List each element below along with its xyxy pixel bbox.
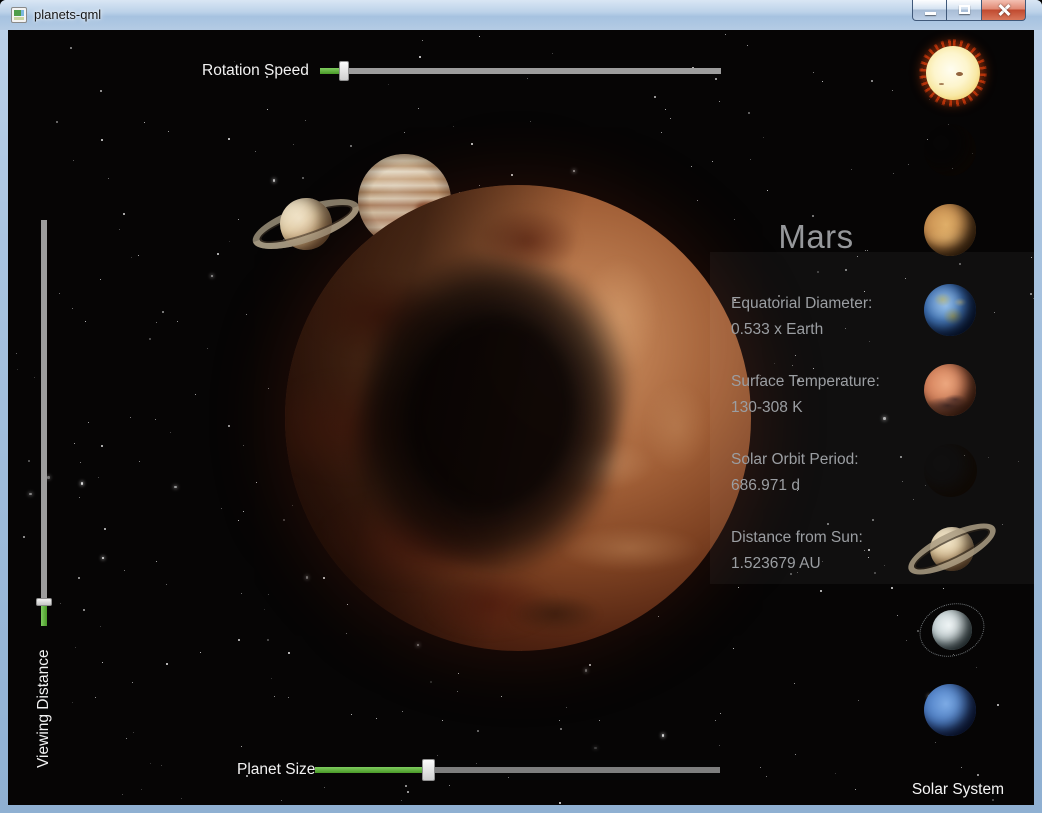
detail-value: 686.971 d [731, 473, 1031, 499]
planet-size-label: Planet Size [237, 761, 315, 779]
planet-item-mars[interactable] [924, 364, 976, 416]
detail-solar-orbit-period: Solar Orbit Period: 686.971 d [731, 447, 1031, 499]
close-icon [997, 3, 1011, 17]
window-title: planets-qml [34, 7, 101, 22]
planet-item-sun[interactable] [919, 39, 987, 107]
slider-track[interactable] [41, 220, 47, 626]
viewing-distance-label: Viewing Distance [35, 628, 55, 790]
planet-name-title: Mars [710, 218, 922, 256]
sun-icon [926, 46, 980, 100]
scene-viewport: Mars Equatorial Diameter: 0.533 x Earth … [8, 30, 1034, 805]
detail-label: Surface Temperature: [731, 369, 1031, 395]
minimize-icon [925, 12, 936, 15]
window-frame: planets-qml Mars Equatoria [0, 0, 1042, 813]
planet-item-neptune[interactable] [924, 684, 976, 736]
slider-handle[interactable] [422, 759, 435, 781]
detail-label: Solar Orbit Period: [731, 447, 1031, 473]
title-bar[interactable]: planets-qml [0, 0, 1042, 30]
planet-size-slider[interactable] [315, 759, 720, 781]
detail-value: 130-308 K [731, 395, 1031, 421]
slider-fill [315, 767, 428, 773]
venus-icon [924, 204, 976, 256]
close-button[interactable] [982, 0, 1026, 21]
planet-item-earth[interactable] [924, 284, 976, 336]
mars-icon [924, 364, 976, 416]
jupiter-icon [924, 444, 977, 497]
planet-item-venus[interactable] [924, 204, 976, 256]
maximize-icon [959, 5, 970, 14]
earth-icon [924, 284, 976, 336]
solar-system-label: Solar System [912, 781, 1004, 799]
neptune-icon [924, 684, 976, 736]
viewing-distance-slider[interactable] [36, 220, 52, 626]
app-icon [11, 7, 27, 23]
rotation-speed-slider[interactable] [320, 60, 721, 82]
detail-value: 0.533 x Earth [731, 317, 1031, 343]
slider-track[interactable] [320, 68, 721, 74]
planet-item-saturn[interactable] [902, 519, 1002, 579]
slider-handle[interactable] [36, 598, 52, 606]
planet-item-jupiter[interactable] [924, 444, 977, 497]
detail-surface-temperature: Surface Temperature: 130-308 K [731, 369, 1031, 421]
minimize-button[interactable] [912, 0, 947, 21]
mercury-icon [924, 124, 976, 176]
scene-mars [285, 185, 751, 651]
uranus-icon [932, 610, 972, 650]
planet-item-mercury[interactable] [924, 124, 976, 176]
slider-handle[interactable] [339, 61, 349, 81]
maximize-button[interactable] [947, 0, 982, 21]
mars-terminator [285, 185, 751, 651]
rotation-speed-label: Rotation Speed [202, 62, 309, 80]
planet-item-uranus[interactable] [919, 602, 985, 658]
detail-label: Equatorial Diameter: [731, 291, 1031, 317]
detail-equatorial-diameter: Equatorial Diameter: 0.533 x Earth [731, 291, 1031, 343]
saturn-rings-icon [902, 514, 1002, 585]
